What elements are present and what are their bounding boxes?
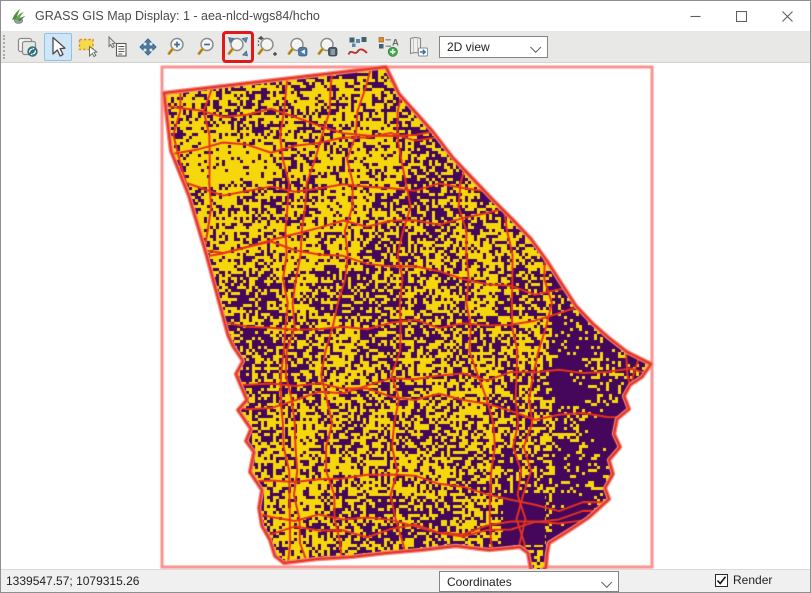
view-mode-dropdown[interactable]: 2D view xyxy=(439,36,548,58)
statusbar-mode-value: Coordinates xyxy=(447,575,512,589)
render-display-button[interactable] xyxy=(14,33,42,61)
minimize-icon xyxy=(690,11,701,22)
zoom-out-button[interactable] xyxy=(194,33,222,61)
close-icon xyxy=(782,11,793,22)
render-checkbox[interactable] xyxy=(715,574,728,587)
red-highlight-annotation xyxy=(223,33,253,61)
zoom-to-region-button[interactable] xyxy=(254,33,282,61)
zoom-options-button[interactable] xyxy=(314,33,342,61)
chevron-down-icon xyxy=(530,41,541,52)
maximize-icon xyxy=(736,11,747,22)
grass-logo-icon xyxy=(9,7,27,25)
zoom-menu-icon xyxy=(316,35,340,59)
select-features-button[interactable] xyxy=(74,33,102,61)
save-display-button[interactable] xyxy=(404,33,432,61)
zoom-to-extent-button[interactable] xyxy=(224,33,252,61)
query-icon xyxy=(106,35,130,59)
map-display-area xyxy=(1,63,810,571)
maximize-button[interactable] xyxy=(718,1,764,31)
map-toolbar: A 2D view xyxy=(1,31,810,63)
check-icon xyxy=(716,575,727,586)
query-button[interactable] xyxy=(104,33,132,61)
statusbar: 1339547.57; 1079315.26 Coordinates Rende… xyxy=(1,569,810,592)
pan-button[interactable] xyxy=(134,33,162,61)
select-icon xyxy=(76,35,100,59)
zoom-in-icon xyxy=(166,35,190,59)
render-map-icon xyxy=(16,35,40,59)
save-display-icon xyxy=(406,35,430,59)
map-canvas[interactable] xyxy=(1,63,810,571)
close-button[interactable] xyxy=(764,1,810,31)
window-title: GRASS GIS Map Display: 1 - aea-nlcd-wgs8… xyxy=(35,9,320,23)
grass-map-display-window: GRASS GIS Map Display: 1 - aea-nlcd-wgs8… xyxy=(0,0,811,593)
zoom-out-icon xyxy=(196,35,220,59)
render-toggle-group: Render xyxy=(715,573,772,587)
analyze-icon xyxy=(346,35,370,59)
statusbar-mode-dropdown[interactable]: Coordinates xyxy=(439,571,619,592)
overlay-icon: A xyxy=(376,35,400,59)
window-controls xyxy=(672,1,810,31)
zoom-extent-icon xyxy=(226,35,250,59)
pointer-icon xyxy=(46,35,70,59)
view-mode-value: 2D view xyxy=(447,40,490,54)
pan-icon xyxy=(136,35,160,59)
svg-text:A: A xyxy=(392,37,399,48)
zoom-back-icon xyxy=(286,35,310,59)
render-label: Render xyxy=(733,573,772,587)
minimize-button[interactable] xyxy=(672,1,718,31)
zoom-in-button[interactable] xyxy=(164,33,192,61)
zoom-region-icon xyxy=(256,35,280,59)
titlebar[interactable]: GRASS GIS Map Display: 1 - aea-nlcd-wgs8… xyxy=(1,1,810,31)
coordinates-readout: 1339547.57; 1079315.26 xyxy=(6,574,139,588)
toolbar-grip[interactable] xyxy=(3,35,10,59)
pointer-button[interactable] xyxy=(44,33,72,61)
analyze-map-button[interactable] xyxy=(344,33,372,61)
return-to-previous-zoom-button[interactable] xyxy=(284,33,312,61)
add-overlay-button[interactable]: A xyxy=(374,33,402,61)
chevron-down-icon xyxy=(601,577,612,588)
